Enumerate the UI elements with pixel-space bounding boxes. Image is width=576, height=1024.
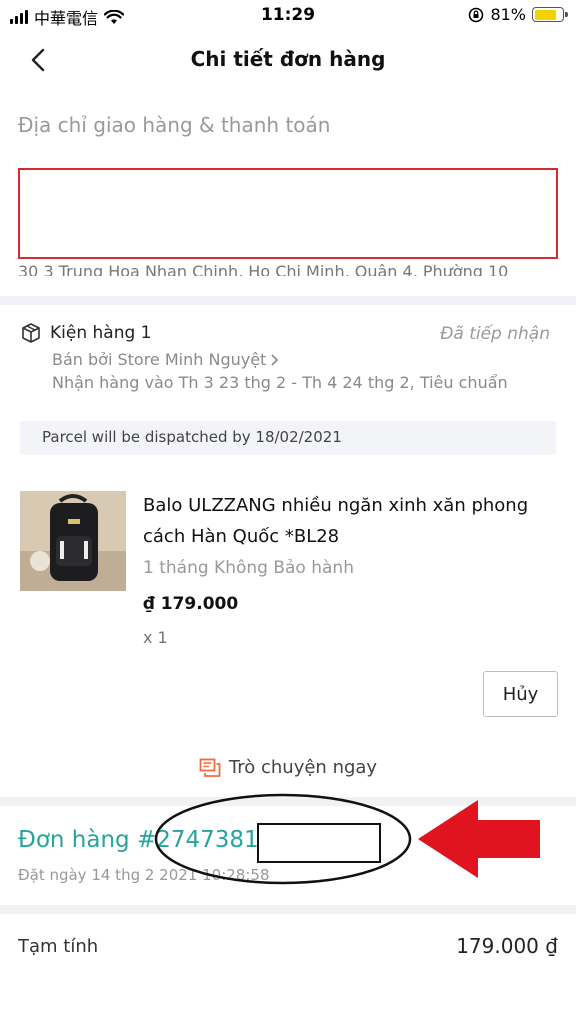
product-name[interactable]: Balo ULZZANG nhiều ngăn xinh xăn phong c… — [143, 490, 543, 552]
subtotal-value: 179.000 ₫ — [456, 934, 558, 958]
order-number: Đơn hàng #2747381 — [18, 827, 259, 853]
package-title: Kiện hàng 1 — [50, 323, 152, 343]
chat-now-button[interactable]: Trò chuyện ngay — [0, 757, 576, 778]
orientation-lock-icon — [469, 7, 484, 22]
chat-now-label: Trò chuyện ngay — [228, 757, 378, 778]
package-icon — [22, 323, 40, 343]
product-price: ₫ 179.000 — [143, 594, 239, 614]
battery-level — [534, 9, 557, 20]
red-arrow-icon — [418, 800, 540, 878]
product-quantity: x 1 — [143, 628, 168, 647]
delivery-estimate: Nhận hàng vào Th 3 23 thg 2 - Th 4 24 th… — [52, 373, 508, 392]
page-title: Chi tiết đơn hàng — [190, 47, 386, 71]
address-heading: Địa chỉ giao hàng & thanh toán — [18, 113, 331, 137]
subtotal-label: Tạm tính — [18, 936, 99, 957]
battery-icon — [532, 7, 568, 22]
status-right: 81% — [468, 5, 568, 24]
address-partial-line: 30 3 Trung Hoa Nhan Chinh, Ho Chi Minh, … — [18, 262, 509, 276]
section-divider — [0, 296, 576, 305]
chat-icon — [199, 758, 221, 777]
package-header: Kiện hàng 1 — [20, 322, 152, 344]
address-redaction-box — [18, 168, 558, 259]
product-image[interactable] — [20, 491, 126, 591]
seller-link[interactable]: Bán bởi Store Minh Nguyệt — [52, 350, 279, 369]
package-status: Đã tiếp nhận — [440, 324, 550, 344]
section-divider — [0, 797, 576, 806]
section-divider — [0, 905, 576, 914]
status-bar: 中華電信 11:29 81% — [0, 0, 576, 30]
order-date: Đặt ngày 14 thg 2 2021 10:28:58 — [18, 866, 270, 884]
nav-header: Chi tiết đơn hàng — [0, 34, 576, 86]
product-warranty: 1 tháng Không Bảo hành — [143, 558, 354, 578]
cancel-button[interactable]: Hủy — [483, 671, 558, 717]
backpack-illustration — [20, 491, 126, 591]
battery-percent: 81% — [490, 5, 526, 24]
dispatch-note: Parcel will be dispatched by 18/02/2021 — [20, 421, 556, 455]
chevron-right-icon — [271, 353, 279, 366]
seller-label: Bán bởi Store Minh Nguyệt — [52, 350, 267, 369]
order-number-redaction-box — [257, 823, 381, 863]
